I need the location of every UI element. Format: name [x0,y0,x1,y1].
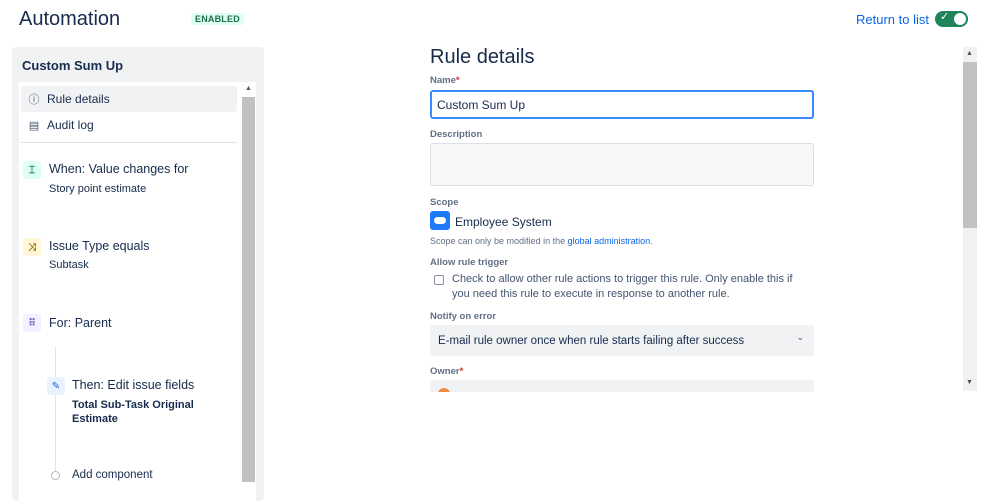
owner-label: Owner* [430,366,463,377]
description-label: Description [430,129,483,140]
trigger-icon: ⌶ [23,161,41,179]
scope-note-suffix: . [650,236,653,246]
scope-name: Employee System [455,215,552,229]
sidebar-scroll-thumb[interactable] [242,97,255,482]
scope-note: Scope can only be modified in the global… [430,236,653,246]
scope-label: Scope [430,197,459,208]
cloud-icon [430,211,450,230]
rule-name-heading: Custom Sum Up [22,58,124,73]
notify-label: Notify on error [430,311,496,322]
name-label-text: Name [430,75,456,86]
document-icon: ▤ [28,118,40,132]
rule-name-input[interactable] [430,90,814,119]
nav-rule-details-label: Rule details [47,92,110,106]
scroll-down-icon[interactable]: ▼ [966,379,973,386]
branch-line [55,347,56,477]
rule-components-panel: ⓘ Rule details ▤ Audit log ⌶ When: Value… [19,82,256,501]
component-title: Then: Edit issue fields [72,378,195,392]
component-title: When: Value changes for [49,162,189,176]
nav-rule-details[interactable]: ⓘ Rule details [21,86,237,112]
description-textarea[interactable] [430,143,814,186]
rule-sidebar: Custom Sum Up ⓘ Rule details ▤ Audit log… [12,47,264,501]
notify-select-value: E-mail rule owner once when rule starts … [438,334,745,347]
allow-trigger-checkbox[interactable] [434,275,444,285]
component-title: For: Parent [49,316,112,330]
main-scroll-thumb[interactable] [963,62,977,228]
owner-label-text: Owner [430,366,460,377]
global-administration-link[interactable]: global administration [568,236,651,246]
component-subtitle: Story point estimate [49,183,147,195]
component-title: Issue Type equals [49,239,150,253]
scroll-up-icon[interactable]: ▲ [245,85,252,92]
allow-trigger-text: Check to allow other rule actions to tri… [452,273,793,300]
avatar [438,388,450,392]
hierarchy-icon: ⠿ [23,314,41,332]
chevron-down-icon: ⌄ [796,333,804,343]
rule-enabled-toggle[interactable]: ✓ [935,10,968,27]
name-label: Name* [430,75,460,86]
pencil-icon: ✎ [47,377,65,395]
toggle-knob [954,13,966,25]
nav-audit-log-label: Audit log [47,118,94,132]
shuffle-icon: ⤨ [23,238,41,256]
component-subtitle: Subtask [49,259,89,271]
required-mark: * [455,75,460,86]
add-dot-icon [51,471,60,480]
page-title: Automation [19,8,121,30]
check-icon: ✓ [940,10,950,23]
allow-trigger-label: Allow rule trigger [430,257,509,268]
notify-on-error-select[interactable]: E-mail rule owner once when rule starts … [430,325,814,356]
rule-details-title: Rule details [430,46,535,68]
nav-audit-log[interactable]: ▤ Audit log [21,112,237,138]
return-to-list-link[interactable]: Return to list [856,12,929,27]
info-icon: ⓘ [28,93,40,106]
status-badge: ENABLED [191,13,244,25]
scroll-up-icon[interactable]: ▲ [966,50,973,57]
component-subtitle: Total Sub-Task Original Estimate [72,399,194,425]
scope-note-prefix: Scope can only be modified in the [430,236,568,246]
nav-divider [21,142,237,143]
owner-select[interactable] [430,380,814,392]
required-mark: * [459,366,464,377]
add-component-label: Add component [72,469,153,481]
